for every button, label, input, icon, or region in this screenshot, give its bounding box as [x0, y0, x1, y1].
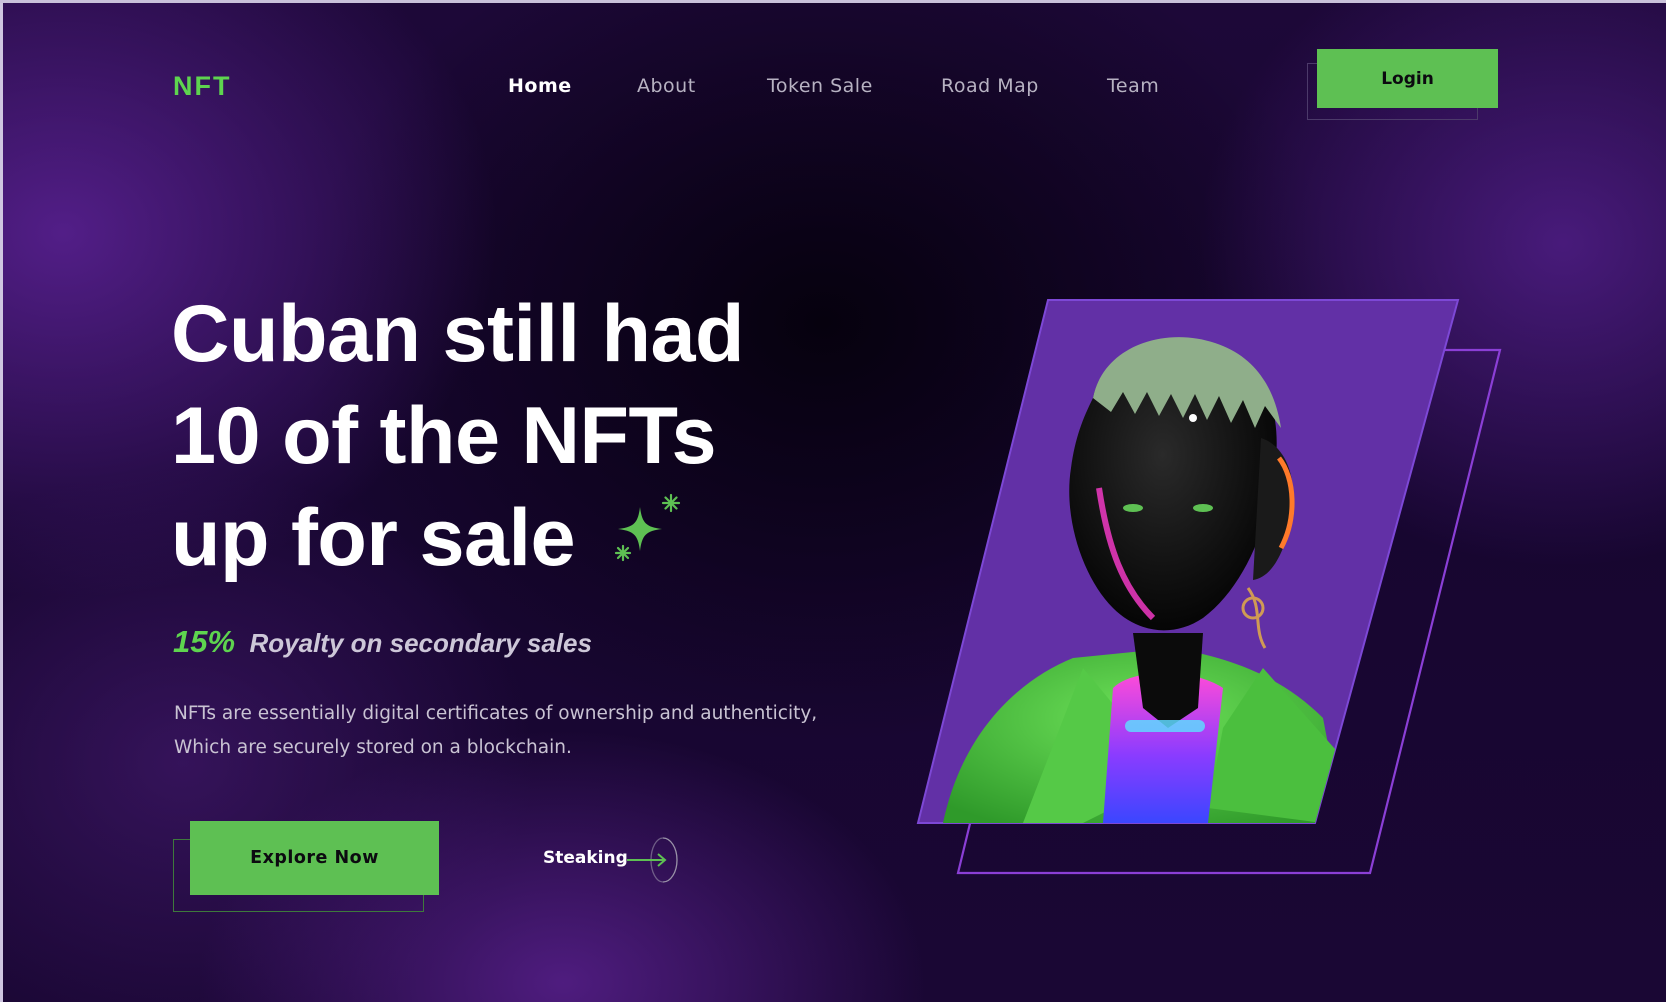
royalty-line: 15% Royalty on secondary sales	[173, 624, 592, 660]
arrow-right-icon	[627, 837, 678, 883]
hero-headline: Cuban still had 10 of the NFTs up for sa…	[171, 283, 871, 589]
nav-token-sale[interactable]: Token Sale	[767, 75, 873, 97]
headline-line-3: up for sale	[171, 493, 576, 583]
royalty-text: Royalty on secondary sales	[249, 628, 592, 658]
explore-button-group: Explore Now	[173, 821, 439, 916]
login-button[interactable]: Login	[1317, 49, 1498, 108]
sparkle-icon	[614, 493, 681, 562]
description-line-1: NFTs are essentially digital certificate…	[174, 703, 818, 724]
nft-artwork	[916, 299, 1502, 875]
steaking-label: Steaking	[543, 848, 628, 868]
headline-line-2: 10 of the NFTs	[171, 391, 717, 481]
description-line-2: Which are securely stored on a blockchai…	[174, 737, 572, 758]
nav-home[interactable]: Home	[508, 75, 572, 97]
explore-now-button[interactable]: Explore Now	[190, 821, 439, 895]
hero-section: NFT Home About Token Sale Road Map Team …	[3, 3, 1666, 1002]
nav-team[interactable]: Team	[1107, 75, 1159, 97]
window-edge-top	[0, 0, 1666, 3]
royalty-percent: 15%	[173, 624, 236, 659]
window-edge-left	[0, 0, 3, 1002]
nav-about[interactable]: About	[637, 75, 696, 97]
headline-line-1: Cuban still had	[171, 289, 745, 379]
steaking-link[interactable]: Steaking	[543, 836, 683, 884]
nav-road-map[interactable]: Road Map	[941, 75, 1039, 97]
brand-logo[interactable]: NFT	[173, 71, 231, 102]
login-button-group: Login	[1304, 49, 1498, 122]
hero-description: NFTs are essentially digital certificate…	[174, 697, 824, 765]
